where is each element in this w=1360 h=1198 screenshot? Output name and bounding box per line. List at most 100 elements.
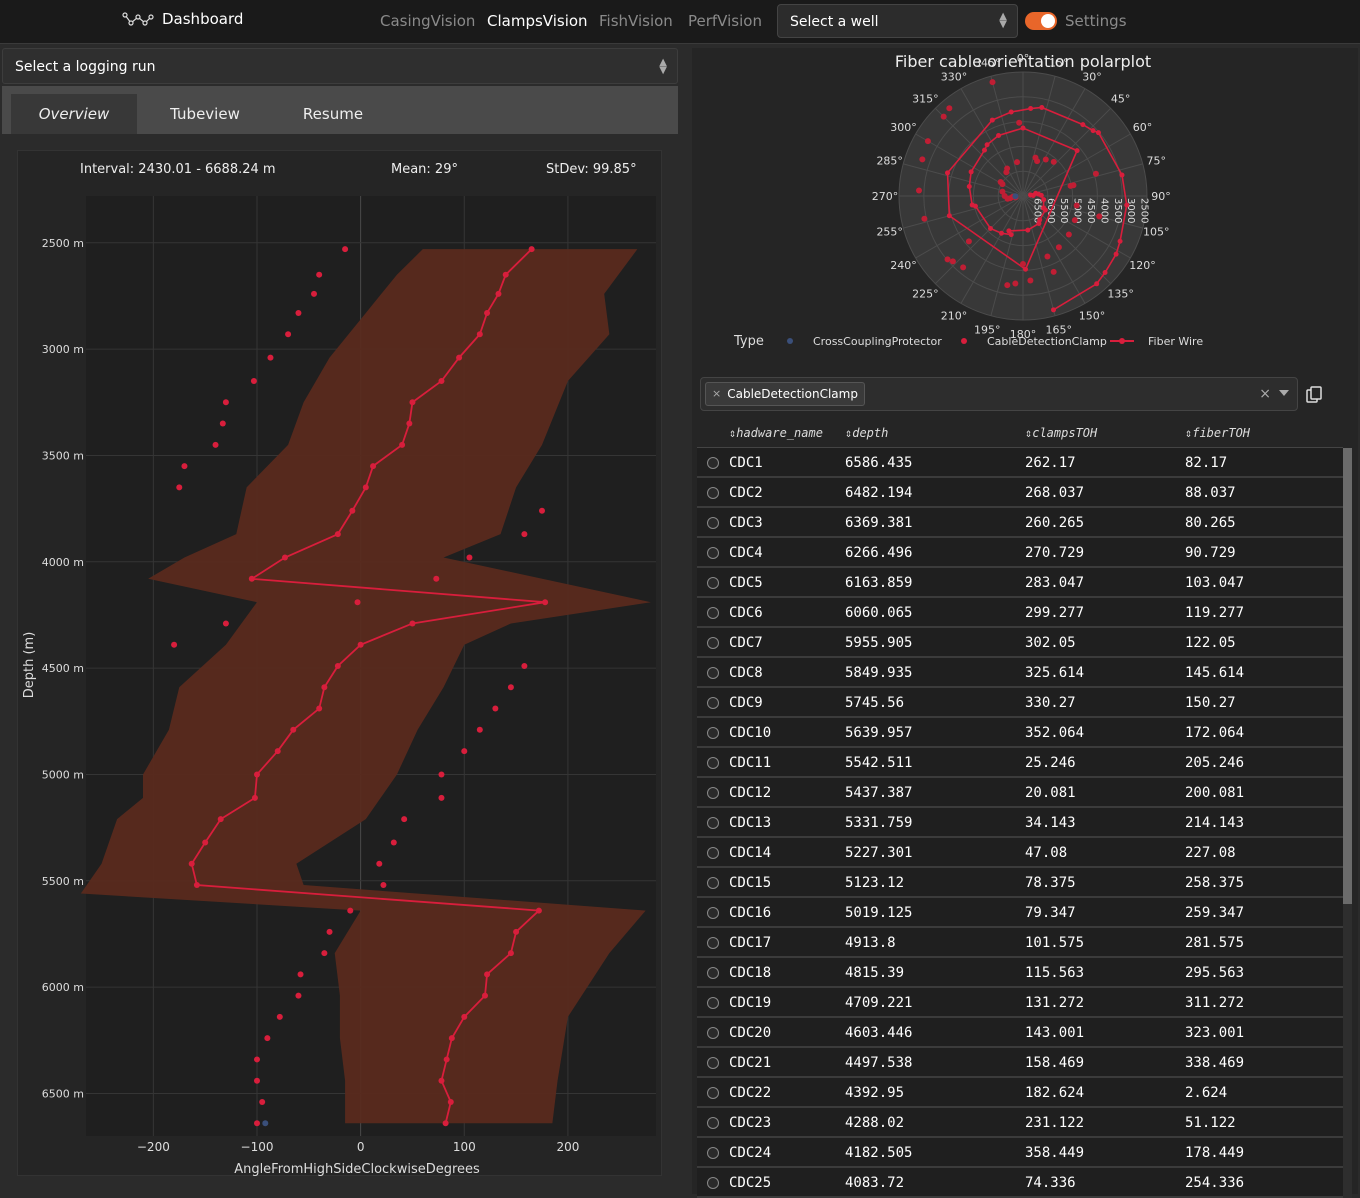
table-row[interactable]: CDC24 4182.505 358.449 178.449 (697, 1138, 1343, 1168)
cell-hadware-name: CDC13 (729, 815, 772, 831)
table-row[interactable]: CDC8 5849.935 325.614 145.614 (697, 658, 1343, 688)
clear-filter-icon[interactable]: × (1259, 386, 1271, 402)
table-row[interactable]: CDC16 5019.125 79.347 259.347 (697, 898, 1343, 928)
row-select-radio[interactable] (707, 1087, 719, 1099)
row-select-radio[interactable] (707, 967, 719, 979)
table-row[interactable]: CDC3 6369.381 260.265 80.265 (697, 508, 1343, 538)
cell-hadware-name: CDC18 (729, 965, 772, 981)
row-select-radio[interactable] (707, 637, 719, 649)
row-select-radio[interactable] (707, 697, 719, 709)
polar-chart[interactable]: Fiber cable orientation polarplot0° 15°30… (692, 48, 1358, 368)
fiber-point (448, 1035, 455, 1042)
polar-fiber-point (1020, 125, 1026, 131)
cell-hadware-name: CDC21 (729, 1055, 772, 1071)
chip-remove-icon[interactable]: × (712, 387, 721, 405)
row-select-radio[interactable] (707, 577, 719, 589)
dropdown-caret-icon[interactable] (1279, 390, 1289, 396)
row-select-radio[interactable] (707, 847, 719, 859)
row-select-radio[interactable] (707, 877, 719, 889)
angular-tick-label: 210° (941, 310, 968, 323)
table-row[interactable]: CDC9 5745.56 330.27 150.27 (697, 688, 1343, 718)
table-row[interactable]: CDC18 4815.39 115.563 295.563 (697, 958, 1343, 988)
row-select-radio[interactable] (707, 547, 719, 559)
clamp-point (222, 399, 229, 406)
cell-fibertoh: 80.265 (1185, 515, 1236, 531)
table-row[interactable]: CDC21 4497.538 158.469 338.469 (697, 1048, 1343, 1078)
row-select-radio[interactable] (707, 817, 719, 829)
table-row[interactable]: CDC15 5123.12 78.375 258.375 (697, 868, 1343, 898)
cell-hadware-name: CDC2 (729, 485, 763, 501)
row-select-radio[interactable] (707, 997, 719, 1009)
col-header-depth[interactable]: ⇕depth (845, 426, 888, 440)
cell-fibertoh: 311.272 (1185, 995, 1245, 1011)
table-row[interactable]: CDC13 5331.759 34.143 214.143 (697, 808, 1343, 838)
table-row[interactable]: CDC23 4288.02 231.122 51.122 (697, 1108, 1343, 1138)
row-select-radio[interactable] (707, 667, 719, 679)
row-select-radio[interactable] (707, 1147, 719, 1159)
polar-fiber-point (998, 230, 1004, 236)
polar-fiber-point (1117, 238, 1123, 244)
row-select-radio[interactable] (707, 787, 719, 799)
angular-tick-label: 240° (890, 259, 917, 272)
row-select-radio[interactable] (707, 937, 719, 949)
fiber-point (399, 441, 406, 448)
col-header-fibertoh[interactable]: ⇕fiberTOH (1185, 426, 1250, 440)
cell-fibertoh: 338.469 (1185, 1055, 1245, 1071)
row-select-radio[interactable] (707, 517, 719, 529)
well-select[interactable]: Select a well ▲ ▼ (777, 4, 1018, 38)
copy-icon[interactable] (1306, 386, 1322, 404)
table-row[interactable]: CDC22 4392.95 182.624 2.624 (697, 1078, 1343, 1108)
polar-clamp-point (919, 156, 926, 163)
row-select-radio[interactable] (707, 457, 719, 469)
polar-clamp-point (1067, 182, 1074, 189)
table-row[interactable]: CDC4 6266.496 270.729 90.729 (697, 538, 1343, 568)
row-select-radio[interactable] (707, 487, 719, 499)
row-select-radio[interactable] (707, 907, 719, 919)
type-filter-dropdown[interactable]: × CableDetectionClamp × (700, 377, 1298, 411)
table-row[interactable]: CDC5 6163.859 283.047 103.047 (697, 568, 1343, 598)
angular-tick-label: 300° (890, 121, 917, 134)
row-select-radio[interactable] (707, 757, 719, 769)
row-select-radio[interactable] (707, 1027, 719, 1039)
cell-fibertoh: 205.246 (1185, 755, 1245, 771)
filter-chip[interactable]: × CableDetectionClamp (705, 382, 865, 406)
table-row[interactable]: CDC6 6060.065 299.277 119.277 (697, 598, 1343, 628)
table-row[interactable]: CDC2 6482.194 268.037 88.037 (697, 478, 1343, 508)
col-header-clampstoh[interactable]: ⇕clampsTOH (1025, 426, 1097, 440)
clamp-point (354, 599, 361, 606)
settings-label[interactable]: Settings (1065, 12, 1127, 30)
row-select-radio[interactable] (707, 1177, 719, 1189)
angular-tick-label: 75° (1147, 154, 1167, 167)
table-row[interactable]: CDC7 5955.905 302.05 122.05 (697, 628, 1343, 658)
cell-hadware-name: CDC9 (729, 695, 763, 711)
row-select-radio[interactable] (707, 1057, 719, 1069)
nav-perfvision[interactable]: PerfVision (688, 12, 762, 30)
table-row[interactable]: CDC1 6586.435 262.17 82.17 (697, 448, 1343, 478)
clamp-point (438, 794, 445, 801)
col-header-hadware-name[interactable]: ⇕hadware_name (729, 426, 823, 440)
table-row[interactable]: CDC19 4709.221 131.272 311.272 (697, 988, 1343, 1018)
row-select-radio[interactable] (707, 727, 719, 739)
table-row[interactable]: CDC17 4913.8 101.575 281.575 (697, 928, 1343, 958)
table-row[interactable]: CDC12 5437.387 20.081 200.081 (697, 778, 1343, 808)
table-row[interactable]: CDC10 5639.957 352.064 172.064 (697, 718, 1343, 748)
table-row[interactable]: CDC25 4083.72 74.336 254.336 (697, 1168, 1343, 1198)
row-select-radio[interactable] (707, 1117, 719, 1129)
depth-angle-chart[interactable]: −200 −100 0 100 200 2500 m 3000 m 3500 m 4000 m 4… (0, 0, 680, 1198)
fiber-point (438, 378, 445, 385)
table-row[interactable]: CDC20 4603.446 143.001 323.001 (697, 1018, 1343, 1048)
fiber-point (484, 309, 491, 316)
fiber-point (254, 771, 260, 778)
settings-toggle[interactable] (1025, 12, 1057, 30)
table-scrollbar[interactable] (1343, 448, 1352, 1198)
polar-fiber-point (988, 225, 994, 231)
radial-tick-label: 4000 (1098, 198, 1109, 223)
table-row[interactable]: CDC14 5227.301 47.08 227.08 (697, 838, 1343, 868)
cell-clampstoh: 358.449 (1025, 1145, 1085, 1161)
scrollbar-thumb[interactable] (1343, 448, 1352, 904)
cell-clampstoh: 34.143 (1025, 815, 1076, 831)
row-select-radio[interactable] (707, 607, 719, 619)
angular-tick-label: 90° (1151, 190, 1171, 203)
polar-fiber-point (1119, 172, 1125, 178)
table-row[interactable]: CDC11 5542.511 25.246 205.246 (697, 748, 1343, 778)
